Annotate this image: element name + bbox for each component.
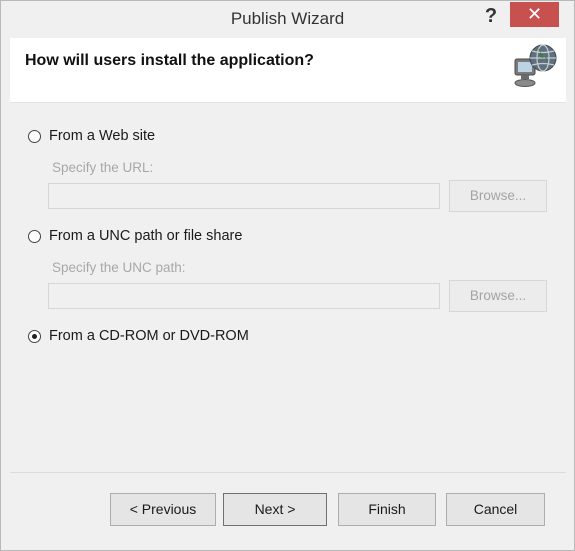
radio-cd-rom[interactable]: From a CD-ROM or DVD-ROM xyxy=(28,328,249,344)
radio-button-web[interactable] xyxy=(28,129,41,143)
unc-path-input[interactable] xyxy=(48,283,440,309)
radio-label-unc: From a UNC path or file share xyxy=(49,228,243,244)
close-icon: ✕ xyxy=(526,4,543,24)
wizard-content: From a Web site Specify the URL: Browse.… xyxy=(10,103,566,473)
footer-divider xyxy=(10,472,566,473)
radio-label-cd: From a CD-ROM or DVD-ROM xyxy=(49,328,249,344)
url-field-label: Specify the URL: xyxy=(52,160,154,175)
cancel-button[interactable]: Cancel xyxy=(446,493,545,526)
unc-field-label: Specify the UNC path: xyxy=(52,260,186,275)
next-button[interactable]: Next > xyxy=(223,493,327,526)
help-button[interactable]: ? xyxy=(473,3,509,29)
browse-url-button[interactable]: Browse... xyxy=(449,180,547,212)
globe-computer-icon xyxy=(510,41,560,91)
close-button[interactable]: ✕ xyxy=(510,2,559,27)
previous-button[interactable]: < Previous xyxy=(110,493,216,526)
title-bar: Publish Wizard ? ✕ xyxy=(1,1,574,38)
radio-button-cd[interactable] xyxy=(28,329,41,343)
browse-unc-button[interactable]: Browse... xyxy=(449,280,547,312)
radio-web-site[interactable]: From a Web site xyxy=(28,128,155,144)
publish-wizard-window: Publish Wizard ? ✕ How will users instal… xyxy=(0,0,575,551)
finish-button[interactable]: Finish xyxy=(338,493,436,526)
page-title: How will users install the application? xyxy=(25,52,314,69)
radio-unc-path[interactable]: From a UNC path or file share xyxy=(28,228,242,244)
radio-label-web: From a Web site xyxy=(49,128,156,144)
radio-button-unc[interactable] xyxy=(28,229,41,243)
wizard-header: How will users install the application? xyxy=(10,38,566,102)
url-input[interactable] xyxy=(48,183,440,209)
